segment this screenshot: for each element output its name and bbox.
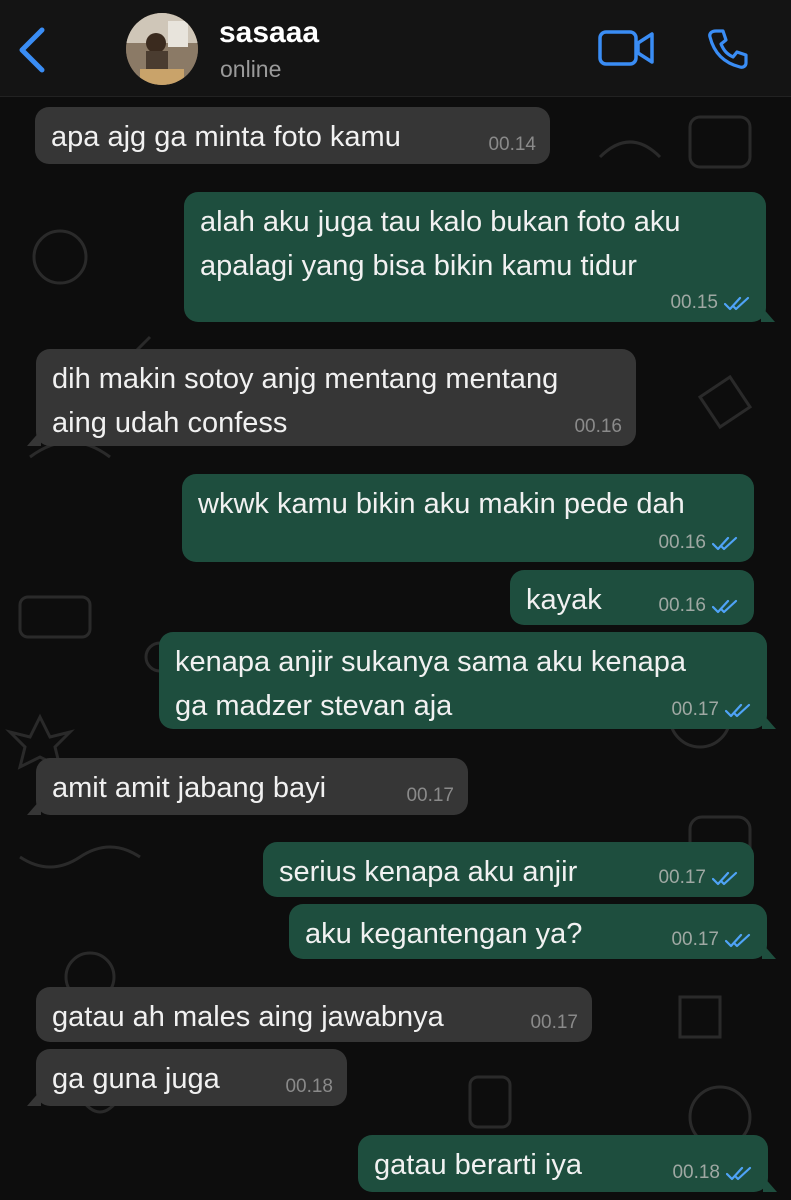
message-meta: 00.16 — [658, 596, 740, 616]
avatar[interactable] — [126, 13, 198, 85]
message-time: 00.17 — [406, 785, 454, 806]
outgoing-message[interactable]: aku kegantengan ya? 00.17 — [289, 904, 776, 959]
message-time: 00.17 — [671, 699, 719, 720]
message-meta: 00.18 — [672, 1163, 754, 1183]
outgoing-message[interactable]: kayak 00.16 — [510, 570, 754, 625]
incoming-message[interactable]: ga guna juga 00.18 — [27, 1049, 347, 1106]
message-meta: 00.14 — [488, 135, 536, 155]
double-check-icon — [725, 932, 753, 948]
video-call-icon[interactable] — [598, 28, 656, 68]
double-check-icon — [724, 295, 752, 311]
double-check-icon — [712, 598, 740, 614]
outgoing-message[interactable]: wkwk kamu bikin aku makin pede dah 00.16 — [182, 474, 754, 562]
message-time: 00.15 — [670, 292, 718, 313]
message-text: gatau ah males aing jawabnya — [52, 1001, 444, 1033]
incoming-message[interactable]: amit amit jabang bayi 00.17 — [27, 758, 468, 815]
message-time: 00.18 — [285, 1076, 333, 1097]
message-time: 00.17 — [658, 867, 706, 888]
bubble-tail — [763, 1176, 777, 1192]
bubble-tail — [27, 430, 41, 446]
chat-header: sasaaa online — [0, 0, 791, 97]
double-check-icon — [712, 870, 740, 886]
contact-status: online — [220, 56, 282, 82]
incoming-message[interactable]: dih makin sotoy anjg mentang mentang ain… — [27, 349, 636, 446]
outgoing-message[interactable]: alah aku juga tau kalo bukan foto aku ap… — [184, 192, 775, 322]
double-check-icon — [726, 1165, 754, 1181]
message-time: 00.16 — [574, 416, 622, 437]
bubble-tail — [762, 713, 776, 729]
message-text: wkwk kamu bikin aku makin pede dah — [198, 488, 685, 520]
message-time: 00.17 — [671, 929, 719, 950]
chat-area[interactable]: apa ajg ga minta foto kamu 00.14 alah aku … — [0, 97, 791, 1200]
message-meta: 00.17 — [530, 1013, 578, 1033]
message-time: 00.16 — [658, 595, 706, 616]
message-text: kenapa anjir sukanya sama aku kenapa ga … — [175, 646, 687, 722]
incoming-message[interactable]: apa ajg ga minta foto kamu 00.14 — [35, 107, 550, 164]
message-meta: 00.16 — [574, 417, 622, 437]
double-check-icon — [712, 535, 740, 551]
outgoing-message[interactable]: kenapa anjir sukanya sama aku kenapa ga … — [159, 632, 776, 729]
message-text: alah aku juga tau kalo bukan foto aku ap… — [200, 206, 681, 282]
message-meta: 00.17 — [658, 868, 740, 888]
message-time: 00.18 — [672, 1162, 720, 1183]
bubble-tail — [27, 1090, 41, 1106]
message-text: apa ajg ga minta foto kamu — [51, 121, 401, 153]
double-check-icon — [725, 702, 753, 718]
message-text: amit amit jabang bayi — [52, 772, 327, 804]
phone-icon[interactable] — [706, 27, 750, 71]
back-chevron-icon[interactable] — [14, 26, 54, 74]
message-time: 00.14 — [488, 134, 536, 155]
outgoing-message[interactable]: serius kenapa aku anjir 00.17 — [263, 842, 754, 897]
contact-name[interactable]: sasaaa — [219, 16, 319, 50]
bubble-tail — [762, 943, 776, 959]
message-time: 00.16 — [658, 532, 706, 553]
message-meta: 00.17 — [406, 786, 454, 806]
bubble-tail — [27, 799, 41, 815]
message-meta: 00.16 — [658, 533, 740, 553]
message-meta: 00.15 — [670, 293, 752, 313]
message-meta: 00.18 — [285, 1077, 333, 1097]
message-meta: 00.17 — [671, 700, 753, 720]
outgoing-message[interactable]: gatau berarti iya 00.18 — [358, 1135, 777, 1192]
message-time: 00.17 — [530, 1012, 578, 1033]
message-text: dih makin sotoy anjg mentang mentang ain… — [52, 363, 559, 439]
incoming-message[interactable]: gatau ah males aing jawabnya 00.17 — [36, 987, 592, 1042]
message-meta: 00.17 — [671, 930, 753, 950]
bubble-tail — [761, 306, 775, 322]
